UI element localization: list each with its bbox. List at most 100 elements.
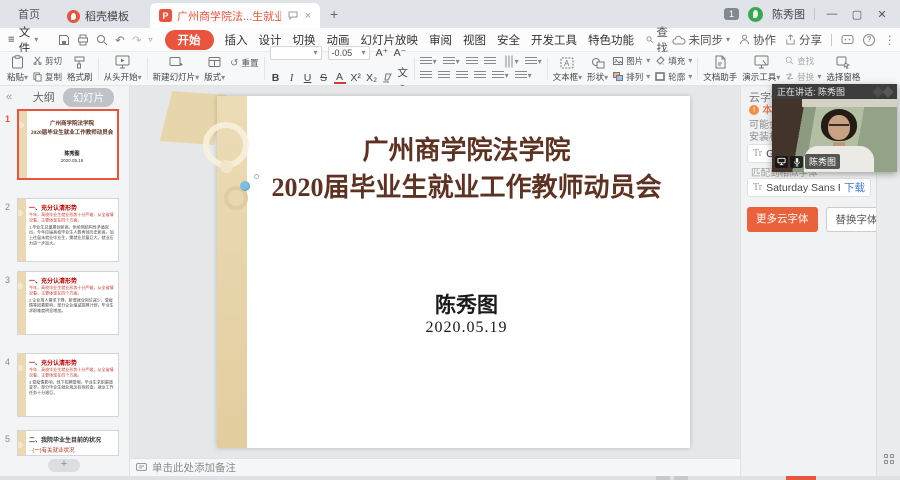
italic-button[interactable]: I (286, 73, 298, 84)
chevron-down-icon[interactable]: ▿ (149, 35, 153, 44)
slide-thumbnail-4[interactable]: 一、充分认清形势 今年，高校毕业生就业形势十分严峻，从全省情况看，主要体现在四个… (17, 353, 119, 417)
tab-slides[interactable]: 幻灯片 (63, 88, 115, 107)
tab-docer[interactable]: 稻壳模板 (58, 4, 150, 28)
font-item-saturday-sans[interactable]: Tr Saturday Sans Regul 下载 (747, 178, 871, 197)
slide-date[interactable]: 2020.05.19 (247, 319, 686, 337)
fill-button[interactable]: 填充▾ (655, 55, 692, 67)
tab-outline[interactable]: 大纲 (33, 89, 55, 105)
format-painter-button[interactable]: 格式刷 (67, 54, 93, 83)
user-name[interactable]: 陈秀图 (772, 6, 805, 22)
menu-item-insert[interactable]: 插入 (225, 32, 248, 48)
bold-button[interactable]: B (270, 72, 282, 84)
find-button[interactable]: 查找 (785, 55, 821, 67)
print-preview-icon[interactable] (96, 34, 108, 46)
decrease-indent-icon[interactable] (466, 57, 478, 66)
increase-indent-icon[interactable] (484, 57, 496, 66)
menu-item-review[interactable]: 审阅 (429, 32, 452, 48)
decrease-font-icon[interactable]: A⁻ (394, 47, 406, 59)
layout-button[interactable]: 版式▾ (204, 54, 225, 83)
textbox-button[interactable]: A 文本框▾ (553, 54, 583, 83)
close-button[interactable]: ✕ (874, 8, 890, 21)
slide-title[interactable]: 广州商学院法学院 2020届毕业生就业工作教师动员会 (247, 132, 686, 206)
slide-number: 2 (5, 202, 10, 212)
slide-sorter-icon[interactable] (884, 454, 894, 464)
new-tab-button[interactable]: + (320, 0, 348, 28)
outline-button[interactable]: 轮廓▾ (655, 71, 692, 83)
slide-thumbnail-1[interactable]: 广州商学院法学院 2020届毕业生就业工作教师动员会 陈秀图 2020.05.1… (17, 109, 119, 180)
slide-author[interactable]: 陈秀图 (247, 289, 686, 319)
notification-badge[interactable]: 1 (724, 8, 739, 20)
strikethrough-button[interactable]: S (318, 72, 330, 84)
slide-thumbnail-3[interactable]: 一、充分认清形势 今年，高校毕业生就业形势十分严峻，从全省情况看，主要体现在四个… (17, 271, 119, 335)
replace-button[interactable]: 替换▾ (785, 71, 821, 83)
slide-canvas[interactable]: 广州商学院法学院 2020届毕业生就业工作教师动员会 陈秀图 2020.05.1… (217, 96, 690, 448)
slide-thumbnail-5[interactable]: 二、我院毕业生目前的状况 · (一)有关就业状况 (17, 430, 119, 456)
file-menu[interactable]: ≡ 文件 ▾ (8, 24, 38, 56)
clear-format-icon[interactable] (382, 73, 393, 83)
picture-button[interactable]: 图片▾ (613, 55, 650, 67)
increase-font-icon[interactable]: A⁺ (376, 47, 388, 59)
tab-document[interactable]: P 广州商学院法...生就业动员会 × (150, 3, 320, 28)
maximize-button[interactable]: ▢ (849, 8, 865, 21)
download-link[interactable]: 下载 (844, 180, 865, 195)
video-call-overlay[interactable]: 正在讲话: 陈秀图 陈秀图 (772, 84, 897, 172)
underline-button[interactable]: U (302, 72, 314, 84)
video-call-header[interactable]: 正在讲话: 陈秀图 (772, 84, 897, 99)
reset-button[interactable]: ↺ 重置 (230, 57, 258, 69)
justify-icon[interactable] (474, 71, 486, 80)
cut-button[interactable]: 剪切 (33, 55, 62, 67)
slide-editor-area[interactable]: 广州商学院法学院 2020届毕业生就业工作教师动员会 陈秀图 2020.05.1… (130, 86, 740, 480)
numbering-icon[interactable]: ▾ (443, 57, 460, 66)
font-name-combo[interactable]: ▾ (270, 46, 322, 60)
present-tools-button[interactable]: 演示工具▾ (742, 54, 780, 83)
redo-icon[interactable]: ↷ (132, 33, 142, 47)
align-right-icon[interactable] (456, 71, 468, 80)
minimize-button[interactable]: — (824, 8, 840, 20)
avatar[interactable] (748, 7, 763, 22)
align-left-icon[interactable] (420, 71, 432, 80)
superscript-button[interactable]: X² (350, 72, 362, 84)
save-icon[interactable] (58, 34, 70, 46)
notes-bar[interactable]: 单击此处添加备注 (130, 458, 740, 476)
selection-pane-button[interactable]: 选择窗格 (826, 54, 860, 83)
more-cloud-fonts-button[interactable]: 更多云字体 (747, 207, 818, 232)
undo-icon[interactable]: ↶ (115, 33, 125, 47)
doc-assistant-button[interactable]: 文档助手 (703, 54, 737, 83)
screen-share-icon[interactable] (775, 156, 788, 168)
shapes-button[interactable]: 形状▾ (587, 54, 608, 83)
menu-item-view[interactable]: 视图 (463, 32, 486, 48)
menu-item-features[interactable]: 特色功能 (588, 32, 634, 48)
microphone-icon[interactable] (790, 156, 803, 168)
font-size-combo[interactable]: -0.05▾ (328, 46, 370, 60)
align-center-icon[interactable] (438, 71, 450, 80)
menu-item-home[interactable]: 开始 (165, 30, 214, 50)
collapse-panel-icon[interactable]: « (0, 91, 18, 103)
message-icon[interactable] (841, 34, 854, 45)
webcam-video[interactable]: 陈秀图 (772, 99, 897, 172)
text-direction-icon[interactable]: ▾ (502, 57, 519, 66)
columns-icon[interactable]: ▾ (515, 71, 532, 80)
tab-close-icon[interactable]: × (305, 10, 311, 22)
font-color-button[interactable]: A (334, 72, 346, 84)
share-button[interactable]: 分享 (785, 32, 822, 48)
comment-bubble-icon[interactable] (288, 11, 298, 20)
arrange-button[interactable]: 排列▾ (613, 71, 650, 83)
sync-status[interactable]: 未同步 ▾ (672, 32, 731, 48)
add-slide-button[interactable]: + (48, 459, 80, 472)
menu-item-security[interactable]: 安全 (497, 32, 520, 48)
print-icon[interactable] (77, 34, 89, 46)
slide-thumbnail-2[interactable]: 一、充分认清形势 今年，高校毕业生就业形势十分严峻，从全省情况看，主要体现在四个… (17, 198, 119, 262)
from-beginning-button[interactable]: 从头开始▾ (104, 54, 142, 83)
new-slide-button[interactable]: 新建幻灯片▾ (153, 54, 200, 83)
more-options-icon[interactable]: ⋮ (884, 33, 896, 47)
line-spacing-icon[interactable]: ▾ (492, 71, 509, 80)
paragraph-settings-icon[interactable]: ▾ (525, 57, 542, 66)
bullets-icon[interactable]: ▾ (420, 57, 437, 66)
copy-button[interactable]: 复制 (33, 71, 62, 83)
subscript-button[interactable]: X₂ (366, 72, 378, 84)
help-icon[interactable]: ? (863, 34, 875, 46)
collaborate-button[interactable]: 协作 (739, 32, 776, 48)
paste-button[interactable]: 粘贴▾ (7, 54, 28, 83)
find-menu[interactable]: 查找 (646, 24, 672, 56)
menu-item-devtools[interactable]: 开发工具 (531, 32, 577, 48)
